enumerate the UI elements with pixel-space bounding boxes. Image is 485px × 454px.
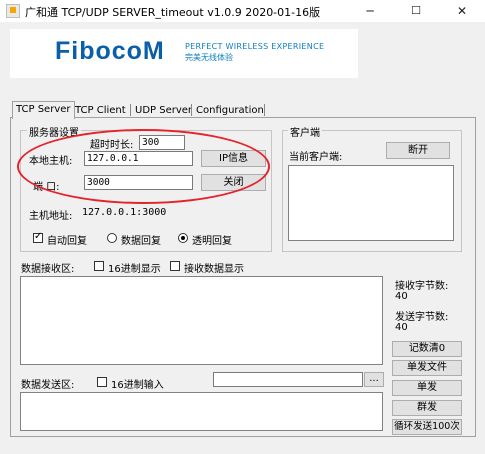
receive-textarea[interactable]	[20, 276, 383, 365]
data-reply-label: 数据回复	[121, 236, 161, 247]
clear-count-button[interactable]: 记数清0	[392, 341, 462, 357]
file-path-input[interactable]	[213, 372, 363, 387]
broadcast-button[interactable]: 群发	[392, 400, 462, 416]
send-once-button[interactable]: 单发	[392, 380, 462, 396]
tab-tcp-client[interactable]: TCP Client	[72, 103, 129, 118]
data-reply-radio[interactable]	[107, 233, 117, 243]
ip-info-button[interactable]: IP信息	[201, 150, 266, 167]
local-host-input[interactable]: 127.0.0.1	[84, 151, 193, 166]
port-label: 端 口:	[33, 182, 60, 193]
tab-tcp-server[interactable]: TCP Server	[12, 101, 75, 119]
host-address-value: 127.0.0.1:3000	[82, 207, 167, 218]
auto-reply-label: 自动回复	[47, 236, 87, 247]
client-list[interactable]	[288, 165, 454, 241]
receive-area-label: 数据接收区:	[21, 264, 75, 275]
client-group-label: 客户端	[288, 124, 322, 139]
loop-send-button[interactable]: 循环发送100次	[392, 419, 462, 435]
window-title: 广和通 TCP/UDP SERVER_timeout v1.0.9 2020-0…	[25, 6, 321, 19]
tab-separator	[191, 104, 192, 116]
timeout-input[interactable]: 300	[139, 135, 185, 150]
slogan-english: PERFECT WIRELESS EXPERIENCE	[185, 42, 325, 51]
tab-separator	[264, 104, 265, 116]
current-client-label: 当前客户端:	[289, 152, 343, 163]
close-server-button[interactable]: 关闭	[201, 174, 266, 191]
host-address-label: 主机地址:	[29, 211, 73, 222]
transparent-reply-label: 透明回复	[192, 236, 232, 247]
close-window-button[interactable]: ✕	[439, 0, 485, 22]
hex-input-checkbox[interactable]	[97, 377, 107, 387]
send-area-label: 数据发送区:	[21, 380, 75, 391]
slogan-chinese: 完美无线体验	[185, 53, 233, 62]
tab-configuration[interactable]: Configuration	[193, 103, 267, 118]
title-bar: 广和通 TCP/UDP SERVER_timeout v1.0.9 2020-0…	[0, 0, 485, 22]
tab-separator	[130, 104, 131, 116]
recv-display-label: 接收数据显示	[184, 264, 244, 275]
minimize-button[interactable]: ─	[347, 0, 393, 22]
brand-banner: FibocoM PERFECT WIRELESS EXPERIENCE 完美无线…	[10, 29, 358, 78]
send-file-button[interactable]: 单发文件	[392, 360, 462, 376]
hex-display-checkbox[interactable]	[94, 261, 104, 271]
fibocom-logo: FibocoM	[55, 37, 165, 65]
local-host-label: 本地主机:	[29, 156, 73, 167]
maximize-button[interactable]: ☐	[393, 0, 439, 22]
app-window: 广和通 TCP/UDP SERVER_timeout v1.0.9 2020-0…	[0, 0, 485, 454]
send-bytes-label: 发送字节数:	[395, 312, 449, 323]
transparent-reply-radio[interactable]	[178, 233, 188, 243]
server-settings-label: 服务器设置	[27, 124, 81, 139]
app-icon	[6, 4, 20, 18]
send-bytes-value: 40	[395, 322, 408, 333]
tab-udp-server[interactable]: UDP Server	[132, 103, 195, 118]
disconnect-button[interactable]: 断开	[386, 142, 450, 159]
hex-display-label: 16进制显示	[108, 264, 161, 275]
timeout-label: 超时时长:	[90, 140, 134, 151]
auto-reply-checkbox[interactable]	[33, 231, 43, 243]
send-textarea[interactable]	[20, 392, 383, 431]
port-input[interactable]: 3000	[84, 175, 193, 190]
recv-bytes-value: 40	[395, 291, 408, 302]
browse-button[interactable]: ...	[364, 372, 384, 387]
hex-input-label: 16进制输入	[111, 380, 164, 391]
recv-bytes-label: 接收字节数:	[395, 281, 449, 292]
recv-display-checkbox[interactable]	[170, 261, 180, 271]
